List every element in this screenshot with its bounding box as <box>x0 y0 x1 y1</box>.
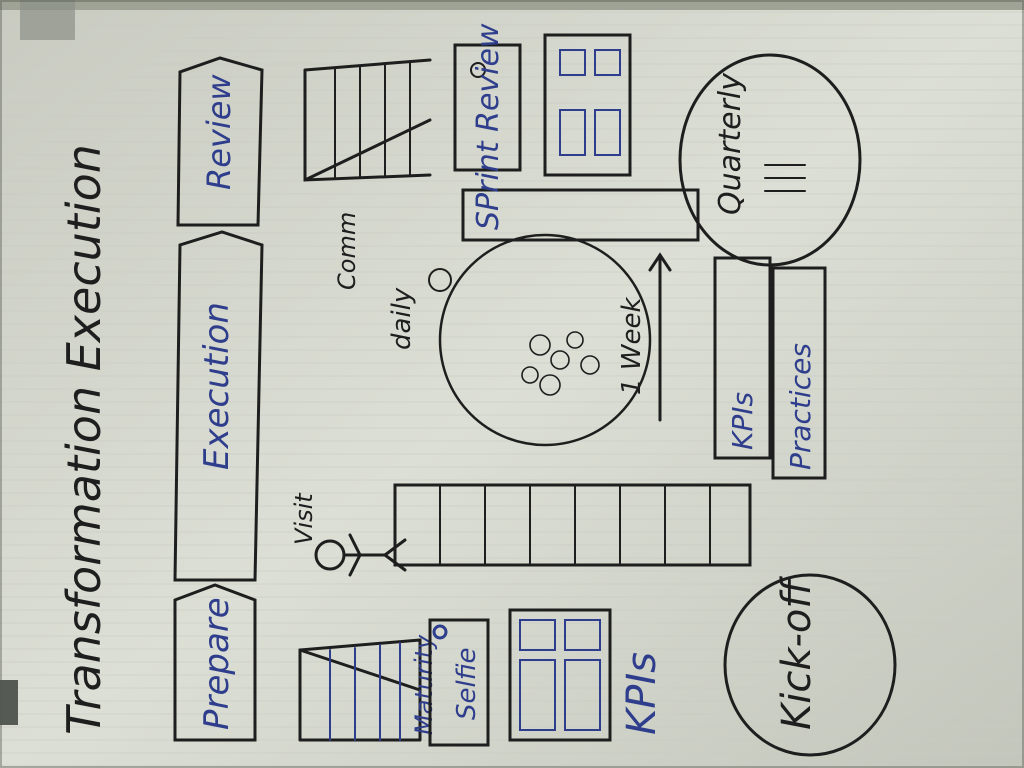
one-week-label: 1 Week <box>617 296 647 395</box>
kpis-box-label: KPIs <box>726 392 759 450</box>
tape-piece <box>0 680 18 725</box>
maturity-label: Maturity <box>410 634 438 735</box>
review-label: Review <box>200 74 238 190</box>
prepare-label: Prepare <box>197 597 237 730</box>
comm-label: Comm <box>333 212 361 290</box>
flipchart-photo: Transformation Execution Prepare Executi… <box>0 0 1024 768</box>
kpis-label-left: KPIs <box>619 652 665 735</box>
visit-label: Visit <box>290 492 318 545</box>
selfie-label: Selfie <box>452 647 482 720</box>
kickoff-label: Kick-off <box>774 576 820 730</box>
sprint-review-label: SPrint Review <box>471 23 506 230</box>
daily-label: daily <box>387 287 417 350</box>
quarterly-label: Quarterly <box>713 72 748 215</box>
title-text: Transformation Execution <box>57 144 111 735</box>
practices-box-label: Practices <box>784 343 817 470</box>
execution-label: Execution <box>197 302 237 470</box>
